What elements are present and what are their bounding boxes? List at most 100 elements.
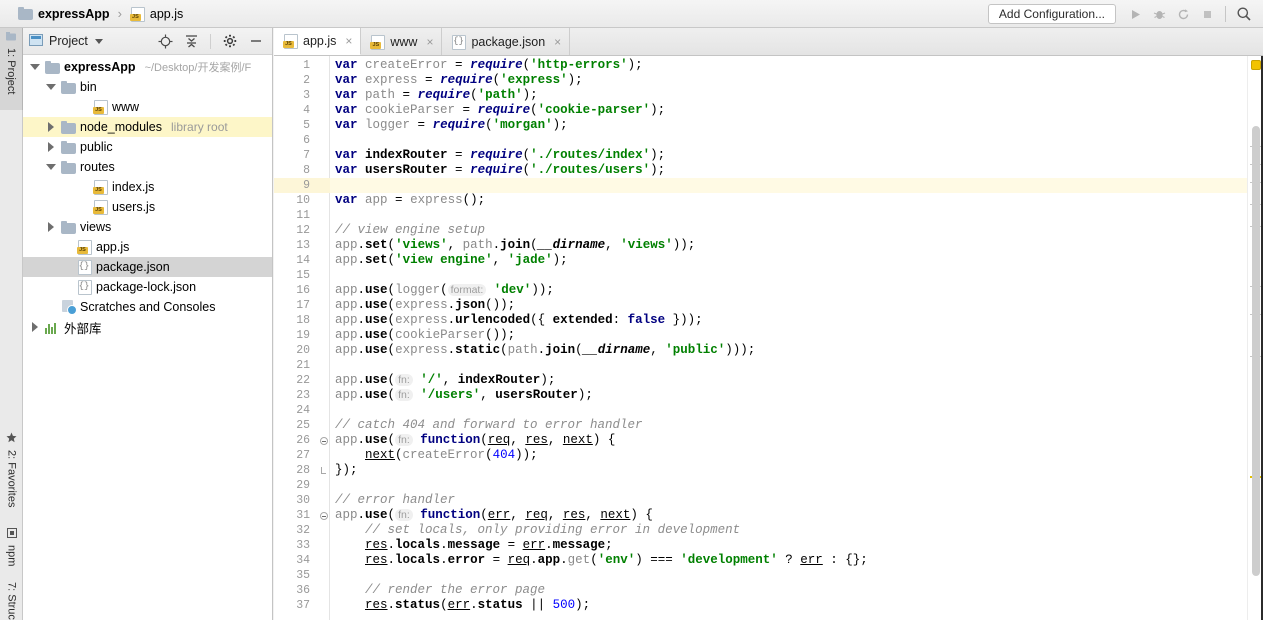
line-number: 5 [303, 119, 310, 132]
line-number: 12 [296, 224, 310, 237]
line-number: 9 [303, 179, 310, 192]
code-line: app.use(fn: function(req, res, next) { [335, 433, 616, 447]
editor-tab-app-js[interactable]: app.js × [274, 28, 362, 55]
tree-item-label: bin [80, 80, 97, 94]
tree-item-note: ~/Desktop/开发案例/F [144, 62, 252, 74]
project-panel-title: Project [49, 34, 88, 48]
chevron-down-icon[interactable] [45, 81, 57, 93]
json-file-icon [77, 260, 92, 275]
code-line: // catch 404 and forward to error handle… [335, 418, 643, 432]
line-number: 23 [296, 389, 310, 402]
chevron-right-icon[interactable] [45, 121, 57, 133]
line-number: 32 [296, 524, 310, 537]
js-file-icon [370, 34, 386, 50]
external-libraries-icon [45, 321, 60, 334]
project-tree[interactable]: expressApp ~/Desktop/开发案例/F bin www node_mod… [23, 55, 272, 620]
tree-item-scratches-and-consoles[interactable]: Scratches and Consoles [23, 297, 272, 317]
header-divider [210, 33, 211, 49]
editor-tab-www[interactable]: www × [361, 28, 443, 55]
line-number: 30 [296, 494, 310, 507]
json-file-icon [77, 280, 92, 295]
code-fold-icon[interactable] [318, 433, 329, 448]
code-line: var usersRouter = require('./routes/user… [335, 163, 666, 177]
tree-item-package-json[interactable]: package.json [23, 257, 272, 277]
breadcrumb-label: app.js [149, 6, 184, 21]
line-number: 36 [296, 584, 310, 597]
line-number: 35 [296, 569, 310, 582]
run-toolbar: Add Configuration... [987, 0, 1255, 28]
tree-item-label: expressApp [64, 60, 136, 74]
folder-icon [61, 80, 76, 94]
breadcrumb: expressApp › app.js [0, 6, 187, 22]
debug-icon[interactable] [1148, 3, 1170, 25]
code-line: var createError = require('http-errors')… [335, 58, 643, 72]
run-with-coverage-icon[interactable] [1172, 3, 1194, 25]
sidebar-item-structure[interactable]: 7: Structure [0, 578, 23, 620]
close-icon[interactable]: × [554, 35, 561, 49]
collapse-all-icon[interactable] [181, 31, 201, 51]
sidebar-item-favorites[interactable]: 2: Favorites [0, 428, 23, 524]
add-configuration-button[interactable]: Add Configuration... [987, 4, 1116, 24]
js-file-icon [93, 200, 108, 215]
line-number: 18 [296, 314, 310, 327]
tree-item-public[interactable]: public [23, 137, 272, 157]
chevron-right-icon[interactable] [29, 321, 41, 333]
chevron-down-icon[interactable] [94, 38, 103, 44]
line-number: 26 [296, 434, 310, 447]
tree-item-users-js[interactable]: users.js [23, 197, 272, 217]
locate-file-icon[interactable] [155, 31, 175, 51]
tree-item-[interactable]: 外部库 [23, 317, 272, 337]
line-number: 19 [296, 329, 310, 342]
code-editor[interactable]: 1 2 3 4 5 6 7 8 9 10 11 12 13 14 15 16 17 18 19 20 21 22 23 24 2… [274, 56, 1263, 620]
search-everywhere-icon[interactable] [1233, 3, 1255, 25]
code-line: // view engine setup [335, 223, 486, 237]
sidebar-item-label: npm [5, 545, 18, 567]
chevron-down-icon[interactable] [45, 161, 57, 173]
tree-item-views[interactable]: views [23, 217, 272, 237]
chevron-down-icon[interactable] [29, 61, 41, 73]
project-icon [6, 32, 16, 44]
breadcrumb-item-file[interactable]: app.js [126, 6, 187, 22]
line-number: 10 [296, 194, 310, 207]
tree-item-package-lock-json[interactable]: package-lock.json [23, 277, 272, 297]
editor-tab-package-json[interactable]: package.json × [442, 28, 571, 55]
tree-item-bin[interactable]: bin [23, 77, 272, 97]
sidebar-item-project[interactable]: 1: Project [0, 28, 23, 110]
chevron-right-icon[interactable] [45, 221, 57, 233]
stop-icon[interactable] [1196, 3, 1218, 25]
tree-item-node-modules[interactable]: node_modules library root [23, 117, 272, 137]
editor-scrollbar-thumb[interactable] [1252, 126, 1260, 576]
inspection-status-icon[interactable] [1251, 60, 1261, 70]
close-icon[interactable]: × [345, 34, 352, 48]
hide-panel-icon[interactable] [246, 31, 266, 51]
folder-icon [18, 7, 33, 20]
tree-item-label: package.json [96, 260, 170, 274]
run-icon[interactable] [1124, 3, 1146, 25]
close-icon[interactable]: × [426, 35, 433, 49]
tree-item-index-js[interactable]: index.js [23, 177, 272, 197]
code-fold-icon[interactable] [318, 508, 329, 523]
code-line: // set locals, only providing error in d… [365, 523, 741, 537]
settings-gear-icon[interactable] [220, 31, 240, 51]
tree-item-expressapp[interactable]: expressApp ~/Desktop/开发案例/F [23, 57, 272, 77]
folder-icon [61, 160, 76, 174]
line-number: 21 [296, 359, 310, 372]
folder-icon [45, 60, 60, 74]
editor-tab-bar[interactable]: app.js × www × package.json × [274, 28, 1263, 56]
code-content[interactable]: var createError = require('http-errors')… [330, 56, 1247, 620]
code-line: app.use(cookieParser()); [335, 328, 516, 342]
breadcrumb-item-project[interactable]: expressApp [14, 6, 114, 22]
js-file-icon [93, 100, 108, 115]
tree-item-www[interactable]: www [23, 97, 272, 117]
code-line: var express = require('express'); [335, 73, 583, 87]
tree-item-app-js[interactable]: app.js [23, 237, 272, 257]
code-fold-icon[interactable] [318, 463, 329, 478]
line-number: 3 [303, 89, 310, 102]
tree-item-routes[interactable]: routes [23, 157, 272, 177]
sidebar-item-npm[interactable]: npm [0, 524, 23, 578]
editor-gutter[interactable]: 1 2 3 4 5 6 7 8 9 10 11 12 13 14 15 16 17 18 19 20 21 22 23 24 2… [274, 56, 330, 620]
chevron-right-icon[interactable] [45, 141, 57, 153]
